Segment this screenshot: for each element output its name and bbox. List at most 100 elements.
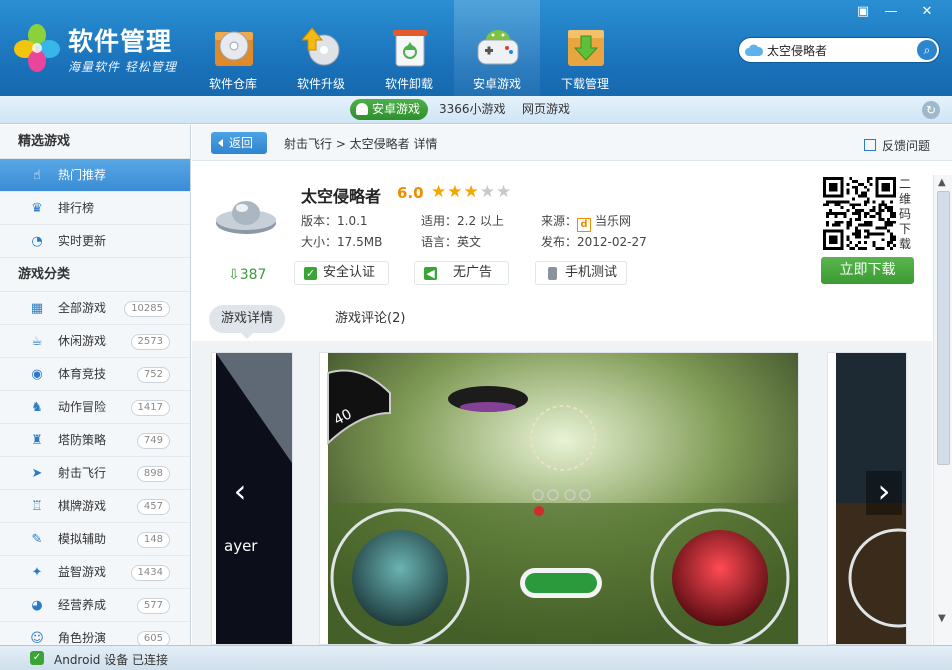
- app-logo-icon: [14, 22, 60, 72]
- app-detail-panel: 返回 射击飞行 > 太空侵略者 详情 反馈问题 太空侵略者 6.0 ★★★★★ …: [192, 125, 952, 645]
- count-badge: 605: [136, 631, 170, 645]
- feedback-label: 反馈问题: [881, 139, 930, 153]
- sidebar-item-label: 实时更新: [58, 234, 107, 248]
- sidebar-item[interactable]: ◔ 实时更新: [0, 225, 190, 258]
- sidebar-item[interactable]: ◕ 经营养成 577: [0, 589, 190, 622]
- sidebar-item[interactable]: ✎ 模拟辅助 148: [0, 523, 190, 556]
- sidebar-item-label: 塔防策略: [58, 433, 107, 447]
- sidebar-item[interactable]: ➤ 射击飞行 898: [0, 457, 190, 490]
- sidebar-item-label: 角色扮演: [58, 631, 107, 645]
- nav-software-store[interactable]: 软件仓库: [190, 0, 276, 96]
- app-score: 6.0: [397, 184, 424, 202]
- screenshot-image: 40: [327, 353, 798, 645]
- sidebar-item-label: 动作冒险: [58, 400, 107, 414]
- tab-game-comments[interactable]: 游戏评论(2): [323, 305, 417, 333]
- disc-box-icon: [215, 31, 253, 66]
- edit-icon: [863, 139, 876, 151]
- subtab-label: 安卓游戏: [372, 102, 421, 116]
- pie-icon: ◕: [31, 598, 43, 613]
- tab-game-details[interactable]: 游戏详情: [209, 305, 286, 339]
- subtab-web-games[interactable]: 网页游戏: [522, 99, 570, 120]
- minimize-button[interactable]: —: [881, 3, 901, 21]
- scroll-up-icon[interactable]: ▲: [938, 177, 946, 188]
- search-input[interactable]: [767, 41, 912, 59]
- wrench-icon: ✎: [31, 532, 43, 547]
- sidebar-item[interactable]: ♞ 动作冒险 1417: [0, 391, 190, 424]
- nav-software-uninstall[interactable]: 软件卸载: [366, 0, 452, 96]
- megaphone-icon: ◀: [424, 267, 437, 280]
- search-button[interactable]: ⌕: [917, 40, 937, 60]
- source-logo-icon: d: [577, 218, 592, 232]
- count-badge: 1417: [130, 400, 170, 416]
- vertical-scrollbar[interactable]: ▲ ▼: [933, 175, 952, 645]
- sidebar-item-label: 全部游戏: [58, 301, 107, 315]
- badge-label: 无广告: [453, 265, 493, 280]
- app-icon: [216, 201, 276, 234]
- phone-icon: [548, 267, 557, 280]
- upgrade-arrow-icon: [300, 27, 340, 66]
- sidebar-item-label: 热门推荐: [58, 168, 107, 182]
- clock-icon: ◔: [31, 234, 43, 249]
- chess-rook-icon: ♖: [31, 499, 43, 514]
- gallery-prev-button[interactable]: ‹: [222, 471, 258, 515]
- subtab-3366-games[interactable]: 3366小游戏: [439, 99, 506, 120]
- sidebar-item-label: 棋牌游戏: [58, 499, 107, 513]
- gallery-next-button[interactable]: ›: [866, 471, 902, 515]
- refresh-button[interactable]: ↻: [922, 101, 940, 119]
- sidebar-item[interactable]: ♛ 排行榜: [0, 192, 190, 225]
- app-size: 大小：17.5MB: [301, 235, 383, 249]
- sidebar-item[interactable]: ☺ 角色扮演 605: [0, 622, 190, 645]
- count-badge: 749: [136, 433, 170, 449]
- sidebar-item[interactable]: ☕ 休闲游戏 2573: [0, 325, 190, 358]
- count-badge: 577: [136, 598, 170, 614]
- sidebar-item-label: 益智游戏: [58, 565, 107, 579]
- screenshot-main[interactable]: 40: [319, 352, 799, 645]
- sidebar-item[interactable]: ◉ 体育竞技 752: [0, 358, 190, 391]
- scroll-thumb[interactable]: [937, 191, 950, 465]
- sidebar-item[interactable]: ♜ 塔防策略 749: [0, 424, 190, 457]
- star-icon: ★: [431, 182, 448, 202]
- count-badge: 457: [136, 499, 170, 515]
- sidebar-item-label: 射击飞行: [58, 466, 107, 480]
- grid-icon: ▦: [30, 301, 44, 316]
- install-now-button[interactable]: 立即下载: [821, 257, 914, 284]
- star-icon: ★: [479, 182, 496, 202]
- shield-icon: ✓: [304, 267, 317, 280]
- count-badge: 752: [136, 367, 170, 383]
- sidebar-item-label: 经营养成: [58, 598, 107, 612]
- back-button[interactable]: 返回: [211, 132, 267, 154]
- tower-icon: ♜: [31, 433, 43, 448]
- sidebar-item-label: 休闲游戏: [58, 334, 107, 348]
- nav-software-upgrade[interactable]: 软件升级: [278, 0, 364, 96]
- nav-download-manager[interactable]: 下载管理: [542, 0, 628, 96]
- qr-caption: 二维码下载: [899, 177, 912, 251]
- sidebar-item[interactable]: ☝ 热门推荐: [0, 159, 190, 192]
- sidebar-item[interactable]: ✦ 益智游戏 1434: [0, 556, 190, 589]
- subtab-android-games[interactable]: 安卓游戏: [350, 99, 429, 120]
- app-version: 版本：1.0.1: [301, 214, 368, 228]
- download-count: ⇩387: [228, 267, 266, 283]
- skin-button[interactable]: ▣: [853, 3, 873, 21]
- app-title: 软件管理: [68, 27, 173, 56]
- category-sidebar: 精选游戏 ☝ 热门推荐 ♛ 排行榜 ◔ 实时更新 游戏分类 ▦ 全部游戏 10285 ☕ 休闲游戏…: [0, 125, 191, 645]
- feedback-link[interactable]: 反馈问题: [863, 137, 930, 154]
- close-button[interactable]: ✕: [917, 3, 937, 21]
- sidebar-item[interactable]: ▦ 全部游戏 10285: [0, 292, 190, 325]
- rating-stars: ★★★★★: [431, 182, 512, 202]
- badge-label: 手机测试: [565, 265, 618, 280]
- app-source: 来源： d 当乐网: [541, 212, 631, 232]
- source-label: 来源：: [541, 214, 578, 228]
- qr-code: [823, 177, 896, 250]
- ball-icon: ◉: [31, 367, 43, 382]
- app-subtitle: 海量软件 轻松管理: [68, 60, 177, 74]
- runner-icon: ♞: [31, 400, 43, 415]
- scroll-down-icon[interactable]: ▼: [938, 613, 946, 624]
- badge-no-ads: ◀ 无广告: [414, 261, 509, 285]
- nav-android-games[interactable]: 安卓游戏: [454, 0, 540, 96]
- sub-navigation: 安卓游戏 3366小游戏 网页游戏 ↻: [0, 96, 952, 124]
- check-icon: ✓: [30, 651, 44, 665]
- count-badge: 1434: [130, 565, 170, 581]
- sidebar-item[interactable]: ♖ 棋牌游戏 457: [0, 490, 190, 523]
- star-icon: ★: [496, 182, 513, 202]
- mask-icon: ☺: [30, 631, 44, 646]
